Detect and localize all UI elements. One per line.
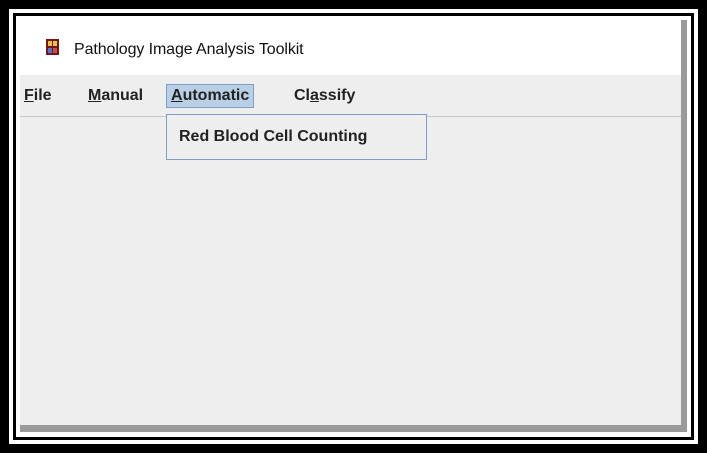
- app-logo-icon: [46, 39, 59, 55]
- menu-automatic[interactable]: Automatic: [166, 84, 255, 108]
- menu-classify-label-pre: Cl: [294, 87, 310, 104]
- title-bar[interactable]: Pathology Image Analysis Toolkit: [20, 20, 681, 75]
- app-window: Pathology Image Analysis Toolkit File Ma…: [20, 20, 687, 432]
- menu-classify-label: ssify: [318, 87, 356, 104]
- menu-automatic-label: utomatic: [182, 87, 250, 104]
- menu-automatic-mnemonic: A: [171, 87, 183, 104]
- menu-classify[interactable]: Classify: [290, 85, 359, 107]
- menu-file-label: ile: [33, 87, 52, 104]
- window-title: Pathology Image Analysis Toolkit: [74, 41, 304, 58]
- menu-item-red-blood-cell-counting[interactable]: Red Blood Cell Counting: [179, 128, 367, 146]
- menu-file[interactable]: File: [20, 85, 56, 107]
- main-content-area: [20, 117, 681, 425]
- automatic-dropdown-menu: Red Blood Cell Counting: [166, 114, 427, 160]
- menu-bar: File Manual Automatic Classify: [20, 75, 681, 117]
- menu-manual-label: anual: [101, 87, 144, 104]
- menu-classify-mnemonic: a: [310, 87, 319, 104]
- menu-manual-mnemonic: M: [88, 87, 102, 104]
- menu-file-mnemonic: F: [24, 87, 34, 104]
- menu-manual[interactable]: Manual: [84, 85, 147, 107]
